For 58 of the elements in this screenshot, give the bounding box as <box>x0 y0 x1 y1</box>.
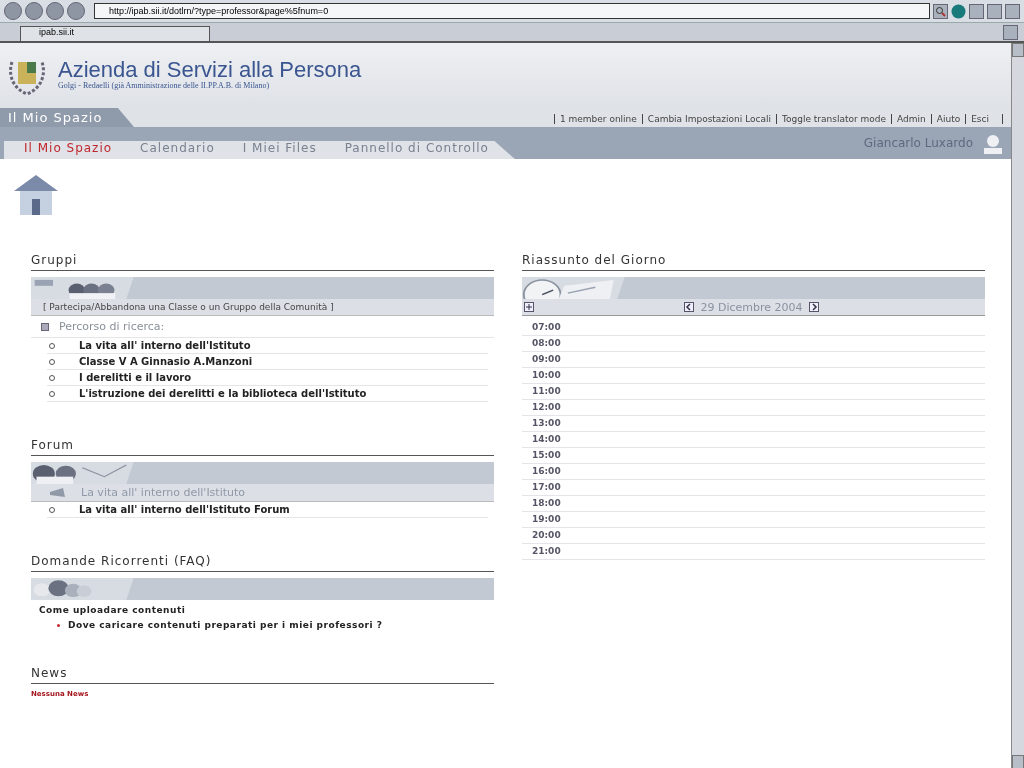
user-name: Giancarlo Luxardo <box>863 136 973 150</box>
bullet-icon <box>57 623 60 627</box>
header-link[interactable]: Toggle translator mode <box>782 114 887 124</box>
hour-label: 15:00 <box>532 450 561 460</box>
hour-label: 19:00 <box>532 514 561 524</box>
hour-label: 16:00 <box>532 466 561 476</box>
hour-label: 14:00 <box>532 434 561 444</box>
hour-label: 20:00 <box>532 530 561 540</box>
forum-link[interactable]: La vita all' interno dell'Istituto Forum <box>79 504 290 515</box>
address-field[interactable]: http://ipab.sii.it/dotlrn/?type=professor&page%5fnum=0 <box>94 3 930 19</box>
faq-link[interactable]: Dove caricare contenuti preparati per i miei professori ? <box>68 620 383 630</box>
header-link[interactable]: 1 member online <box>559 114 637 124</box>
search-button[interactable] <box>933 3 948 19</box>
forum-group: La vita all' interno dell'Istituto <box>81 486 246 499</box>
scroll-down-button[interactable] <box>1012 755 1024 768</box>
section-heading: Domande Ricorrenti (FAQ) <box>31 554 494 572</box>
hour-label: 12:00 <box>532 402 561 412</box>
hour-label: 17:00 <box>532 482 561 492</box>
hour-label: 18:00 <box>532 498 561 508</box>
maximize-button[interactable] <box>987 3 1002 19</box>
previous-icon[interactable] <box>684 302 695 312</box>
section-heading: News <box>31 666 494 684</box>
browser-tab[interactable]: ipab.sii.it <box>20 26 210 41</box>
square-bullet-icon <box>41 322 49 331</box>
scroll-up-button[interactable] <box>1012 43 1024 57</box>
section-heading: Gruppi <box>31 253 494 271</box>
hour-label: 09:00 <box>532 354 561 364</box>
hour-label: 07:00 <box>532 322 561 332</box>
close-button[interactable] <box>1005 3 1020 19</box>
megaphone-icon <box>49 487 67 498</box>
user-icon <box>981 132 1005 154</box>
group-link[interactable]: Classe V A Ginnasio A.Manzoni <box>79 356 253 367</box>
section-heading: Riassunto del Giorno <box>522 253 985 271</box>
join-link[interactable]: [ Partecipa/Abbandona una Classe o un Gruppo della Comunità ] <box>31 299 494 316</box>
faq-title[interactable]: Come uploadare contenuti <box>39 605 486 615</box>
site-subtitle: Golgi - Redaelli (già Amministrazione delle II.PP.A.B. di Milano) <box>58 81 271 90</box>
search-icon <box>935 5 946 17</box>
date-label: 29 Dicembre 2004 <box>700 300 803 314</box>
header-link[interactable]: Cambia Impostazioni Locali <box>647 114 771 124</box>
header-link[interactable]: Aiuto <box>936 114 961 124</box>
hour-label: 10:00 <box>532 370 561 380</box>
site-title: Azienda di Servizi alla Persona <box>58 59 362 81</box>
header-link[interactable]: Esci <box>971 114 989 124</box>
hour-label: 11:00 <box>532 386 561 396</box>
section-heading: Forum <box>31 438 494 456</box>
close-tab-button[interactable] <box>1003 25 1018 40</box>
hour-label: 21:00 <box>532 546 561 556</box>
add-icon[interactable] <box>524 302 534 312</box>
group-link[interactable]: La vita all' interno dell'Istituto <box>79 340 251 351</box>
group-link[interactable]: L'istruzione dei derelitti e la biblioteca dell'Istituto <box>79 388 367 399</box>
minimize-button[interactable] <box>969 3 984 19</box>
nav-tab[interactable]: Il Mio Spazio <box>24 141 113 159</box>
header-link[interactable]: Admin <box>897 114 926 124</box>
group-link[interactable]: I derelitti e il lavoro <box>79 372 192 383</box>
next-icon[interactable] <box>808 302 819 312</box>
category-label: Percorso di ricerca: <box>59 320 165 333</box>
hour-label: 13:00 <box>532 418 561 428</box>
hour-label: 08:00 <box>532 338 561 348</box>
